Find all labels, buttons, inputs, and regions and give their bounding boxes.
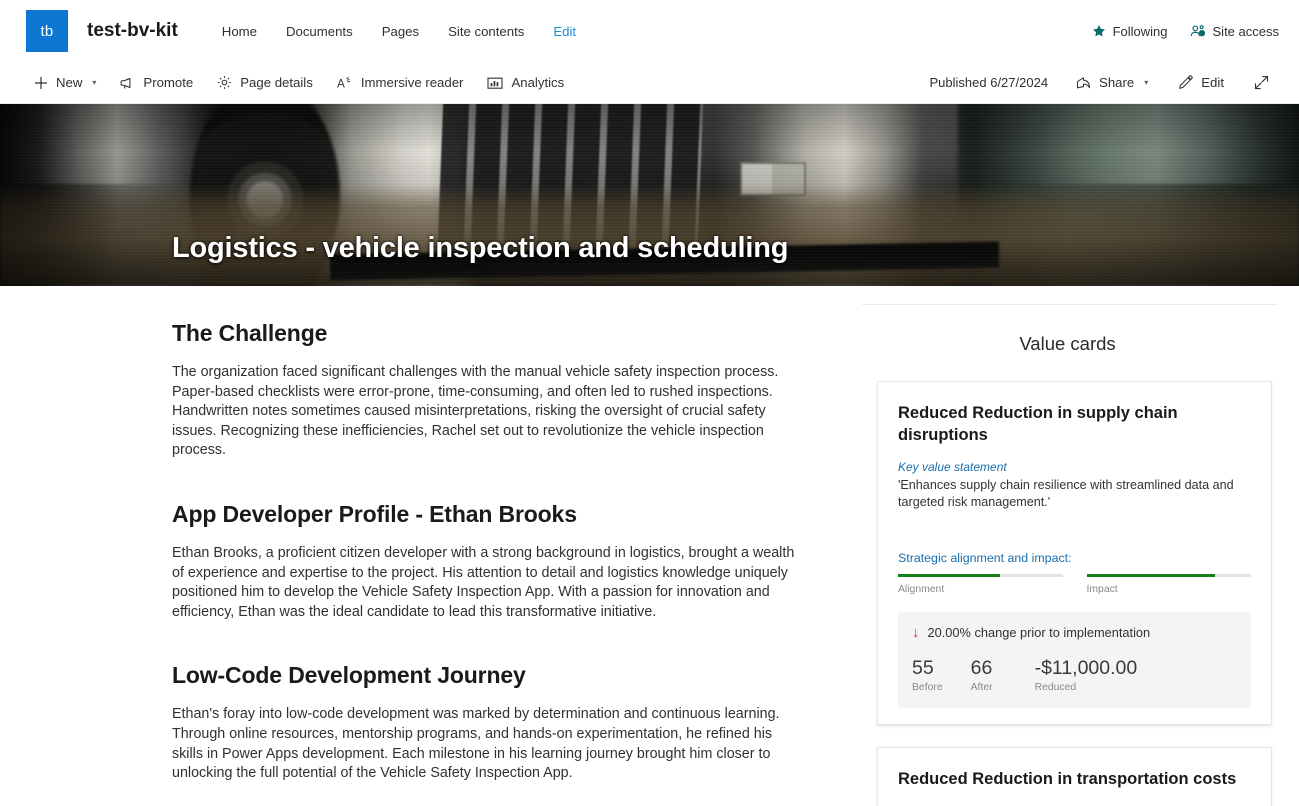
gear-icon (217, 75, 232, 90)
change-row: ↓ 20.00% change prior to implementation (912, 625, 1237, 640)
immersive-reader-button[interactable]: A Immersive reader (325, 67, 476, 99)
metric-label: Before (912, 682, 943, 693)
immersive-reader-icon: A (337, 76, 353, 90)
share-icon (1076, 76, 1091, 90)
analytics-button[interactable]: Analytics (475, 67, 576, 99)
value-cards-panel: Value cards Reduced Reduction in supply … (832, 304, 1299, 806)
bar-chart-icon (487, 76, 504, 90)
share-label: Share (1099, 75, 1135, 90)
metric-value: 66 (970, 657, 993, 679)
chevron-down-icon[interactable]: ▾ (1144, 78, 1148, 87)
chevron-down-icon[interactable]: ▾ (92, 78, 96, 87)
impact-bar-fill (1086, 574, 1215, 577)
nav-item-site-contents[interactable]: Site contents (448, 24, 524, 39)
value-card-title: Reduced Reduction in supply chain disrup… (898, 404, 1178, 444)
value-card[interactable]: Reduced Reduction in transportation cost… (877, 747, 1272, 806)
following-label: Following (1112, 23, 1168, 39)
command-bar-right: Published 6/27/2024 Share ▾ Edit (930, 67, 1282, 99)
immersive-reader-label: Immersive reader (360, 75, 464, 90)
key-value-statement-text: 'Enhances supply chain resilience with s… (898, 478, 1234, 509)
value-cards-column: Value cards Reduced Reduction in supply … (820, 286, 1299, 806)
new-button[interactable]: New ▾ (28, 67, 108, 99)
impact-bar-label: Impact (1086, 584, 1118, 595)
top-navigation: Home Documents Pages Site contents Edit (222, 24, 576, 39)
edit-label: Edit (1201, 75, 1224, 90)
section-heading: Low-Code Development Journey (172, 662, 526, 689)
new-label: New (56, 75, 83, 90)
alignment-bar-label: Alignment (898, 584, 945, 595)
section-body: The organization faced significant chall… (172, 364, 779, 459)
metric-label: Reduced (1034, 682, 1077, 693)
share-button[interactable]: Share ▾ (1064, 67, 1160, 99)
alignment-bar-track (898, 574, 1063, 577)
section-the-challenge: The Challenge The organization faced sig… (172, 320, 820, 461)
page-details-label: Page details (240, 75, 313, 90)
section-body: Ethan Brooks, a proficient citizen devel… (172, 544, 795, 620)
nav-item-pages[interactable]: Pages (382, 24, 419, 39)
section-app-developer-profile: App Developer Profile - Ethan Brooks Eth… (172, 501, 820, 622)
site-access-button[interactable]: Site access (1190, 24, 1279, 39)
hero-title: Logistics - vehicle inspection and sched… (172, 232, 789, 264)
metric-before: 55 Before (912, 657, 943, 693)
edit-button[interactable]: Edit (1166, 67, 1236, 99)
people-icon (1190, 24, 1206, 38)
command-bar: New ▾ Promote Page details A Immersive r… (0, 62, 1299, 104)
alignment-bar-group: Alignment (898, 574, 1063, 595)
metrics-box: ↓ 20.00% change prior to implementation … (898, 612, 1251, 708)
metric-after: 66 After (971, 657, 993, 693)
alignment-bar-fill (898, 574, 1000, 577)
metric-reduced: -$11,000.00 Reduced (1035, 657, 1138, 693)
promote-button[interactable]: Promote (108, 67, 205, 99)
header-actions: Following Site access (1092, 24, 1279, 39)
metric-label: After (970, 682, 993, 693)
strategic-alignment-label: Strategic alignment and impact: (898, 551, 1072, 565)
value-card-title: Reduced Reduction in transportation cost… (898, 770, 1237, 788)
site-header: tb test-bv-kit Home Documents Pages Site… (0, 0, 1299, 62)
promote-label: Promote (143, 75, 194, 90)
alignment-impact-bars: Alignment Impact (898, 574, 1251, 595)
pencil-icon (1178, 75, 1194, 90)
page-details-button[interactable]: Page details (205, 67, 325, 99)
site-access-label: Site access (1212, 23, 1279, 39)
plus-icon (34, 76, 48, 90)
nav-item-documents[interactable]: Documents (286, 24, 353, 39)
site-logo[interactable]: tb (26, 10, 68, 52)
impact-bar-group: Impact (1086, 574, 1251, 595)
main-content-column: The Challenge The organization faced sig… (0, 286, 820, 806)
nav-item-edit[interactable]: Edit (553, 24, 576, 39)
key-value-statement-label: Key value statement (898, 460, 1007, 474)
expand-button[interactable] (1242, 67, 1281, 99)
hero-banner: Logistics - vehicle inspection and sched… (0, 104, 1299, 286)
following-button[interactable]: Following (1092, 24, 1168, 39)
metric-value: 55 (912, 657, 934, 679)
section-heading: App Developer Profile - Ethan Brooks (172, 500, 577, 527)
star-icon (1092, 24, 1106, 38)
analytics-label: Analytics (511, 75, 565, 90)
expand-icon (1254, 75, 1269, 90)
metric-row: 55 Before 66 After -$11,000.00 Reduced (912, 657, 1237, 693)
value-card[interactable]: Reduced Reduction in supply chain disrup… (877, 381, 1272, 725)
site-title[interactable]: test-bv-kit (87, 20, 178, 42)
section-body: Ethan's foray into low-code development … (172, 706, 780, 782)
megaphone-icon (120, 76, 135, 90)
arrow-down-icon: ↓ (912, 624, 920, 641)
published-status: Published 6/27/2024 (929, 75, 1049, 90)
change-text: 20.00% change prior to implementation (927, 625, 1151, 640)
metric-value: -$11,000.00 (1034, 657, 1138, 679)
svg-text:A: A (337, 77, 345, 89)
impact-bar-track (1086, 574, 1251, 577)
section-heading: The Challenge (172, 320, 328, 346)
nav-item-home[interactable]: Home (222, 24, 257, 39)
section-low-code-development-journey: Low-Code Development Journey Ethan's for… (172, 662, 820, 783)
page-body: The Challenge The organization faced sig… (0, 286, 1299, 806)
value-cards-title: Value cards (1019, 333, 1116, 354)
